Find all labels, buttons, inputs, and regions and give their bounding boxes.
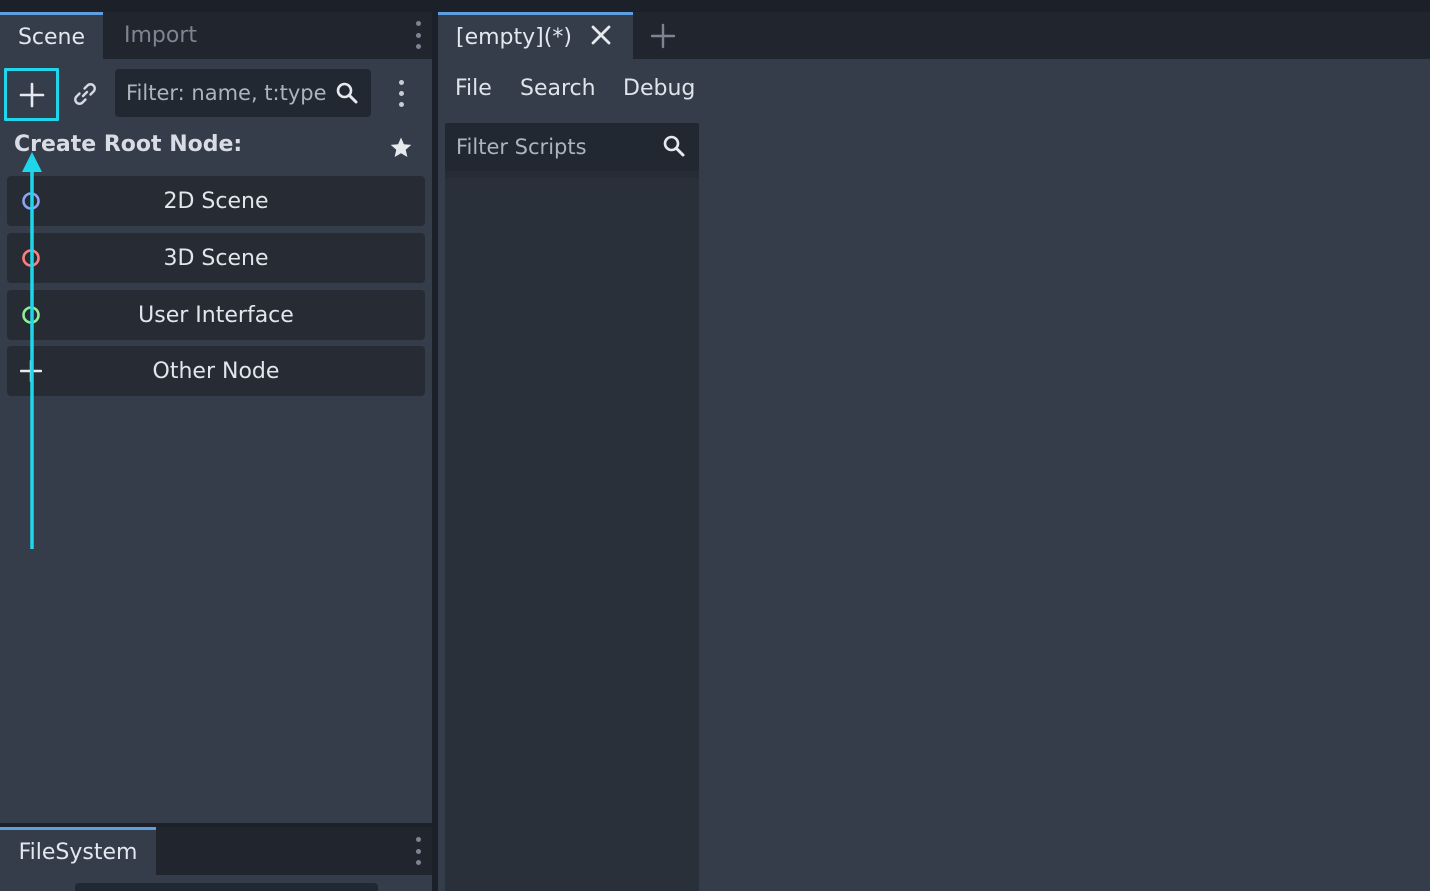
plus-icon xyxy=(19,82,44,107)
plus-icon xyxy=(650,23,676,49)
tab-import-label: Import xyxy=(123,23,197,48)
editor-tabbar: [empty](*) xyxy=(438,12,1430,59)
annotation-arrow-icon xyxy=(22,152,42,549)
tab-filesystem-label: FileSystem xyxy=(18,840,138,865)
tab-scene[interactable]: Scene xyxy=(0,12,103,59)
script-list-panel xyxy=(445,123,699,891)
tab-filesystem[interactable]: FileSystem xyxy=(0,827,156,875)
tab-scene-label: Scene xyxy=(17,24,86,50)
root-node-user-interface-label: User Interface xyxy=(138,302,294,328)
dock-menu-icon[interactable] xyxy=(415,21,421,49)
filesystem-menu-icon[interactable] xyxy=(415,837,421,865)
script-editor: [empty](*) File Search Debug xyxy=(438,12,1430,891)
filesystem-dock: FileSystem xyxy=(0,827,432,891)
script-filter-input[interactable] xyxy=(445,123,699,171)
search-icon xyxy=(663,135,685,157)
root-node-other-node-button[interactable]: Other Node xyxy=(7,346,425,396)
search-icon xyxy=(336,82,358,104)
instantiate-scene-button[interactable] xyxy=(68,76,102,112)
root-node-2d-scene-label: 2D Scene xyxy=(163,188,269,214)
root-node-3d-scene-button[interactable]: 3D Scene xyxy=(7,233,425,283)
close-icon xyxy=(591,25,611,45)
tab-empty-scene-label: [empty](*) xyxy=(456,24,572,50)
menu-debug[interactable]: Debug xyxy=(623,76,695,101)
script-list[interactable] xyxy=(445,178,699,891)
favorites-button[interactable] xyxy=(386,133,416,163)
chain-link-icon xyxy=(74,83,96,105)
menu-file[interactable]: File xyxy=(455,76,492,101)
filesystem-tabbar: FileSystem xyxy=(0,827,432,875)
root-node-3d-scene-label: 3D Scene xyxy=(163,245,269,271)
scene-filter-input[interactable] xyxy=(115,69,371,117)
root-node-other-node-label: Other Node xyxy=(152,358,280,384)
script-filter-field xyxy=(445,123,699,171)
close-tab-button[interactable] xyxy=(588,22,614,48)
add-child-node-button[interactable] xyxy=(4,68,59,121)
tab-import[interactable]: Import xyxy=(103,12,218,59)
menu-search[interactable]: Search xyxy=(520,76,596,101)
scene-dock-tabbar: Scene Import xyxy=(0,12,432,59)
scene-filter-field xyxy=(115,69,371,117)
scene-options-menu-icon[interactable] xyxy=(398,80,404,107)
root-node-2d-scene-button[interactable]: 2D Scene xyxy=(7,176,425,226)
scene-dock: Scene Import Create Root N xyxy=(0,12,432,823)
filesystem-path-field[interactable] xyxy=(75,883,378,891)
new-scene-tab-button[interactable] xyxy=(649,22,677,50)
create-root-node-label: Create Root Node: xyxy=(14,132,243,157)
root-node-user-interface-button[interactable]: User Interface xyxy=(7,290,425,340)
star-icon xyxy=(390,137,412,157)
